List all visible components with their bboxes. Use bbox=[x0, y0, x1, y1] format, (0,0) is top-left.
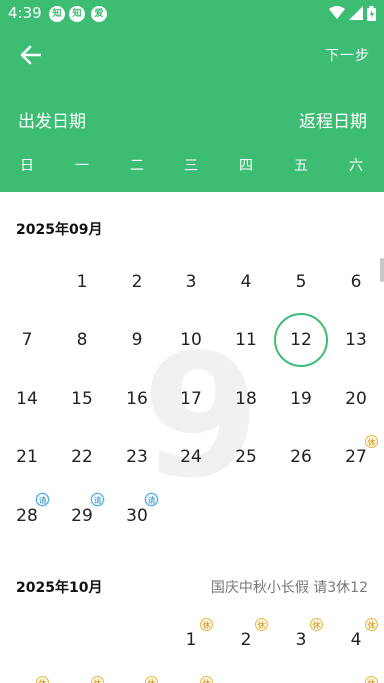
return-date-label[interactable]: 返程日期 bbox=[299, 107, 367, 132]
work-day-badge: 请 bbox=[145, 493, 158, 506]
month-title: 2025年09月 bbox=[16, 222, 103, 238]
day-cell[interactable]: 1 bbox=[60, 260, 104, 304]
rest-day-badge: 休 bbox=[145, 676, 158, 683]
work-day-badge: 请 bbox=[36, 493, 49, 506]
rest-day-badge: 休 bbox=[200, 618, 213, 631]
work-day-badge: 请 bbox=[91, 493, 104, 506]
day-cell[interactable]: 7 bbox=[5, 318, 49, 362]
arrow-left-icon bbox=[20, 45, 41, 65]
rest-day-badge: 休 bbox=[365, 435, 378, 448]
zhihu-notification-icon: 知 bbox=[49, 6, 65, 22]
day-cell[interactable]: 19 bbox=[279, 377, 323, 421]
app-notification-icon: 爱 bbox=[91, 6, 107, 22]
day-cell[interactable]: 6 bbox=[334, 260, 378, 304]
day-cell[interactable]: 15 bbox=[60, 377, 104, 421]
rest-day-badge: 休 bbox=[200, 676, 213, 683]
status-bar: 4:39 知 知 爱 bbox=[0, 0, 384, 26]
signal-icon bbox=[349, 6, 363, 20]
rest-day-badge: 休 bbox=[255, 618, 268, 631]
weekday-label: 六 bbox=[349, 158, 363, 174]
rest-day-badge: 休 bbox=[365, 676, 378, 683]
rest-day-badge: 休 bbox=[91, 676, 104, 683]
weekday-row: 日 一 二 三 四 五 六 bbox=[0, 155, 384, 179]
day-cell[interactable]: 14 bbox=[5, 377, 49, 421]
day-cell[interactable]: 26 bbox=[279, 435, 323, 479]
day-cell[interactable]: 22 bbox=[60, 435, 104, 479]
day-cell[interactable]: 2 bbox=[115, 260, 159, 304]
day-cell[interactable]: 3 bbox=[169, 260, 213, 304]
rest-day-badge: 休 bbox=[310, 618, 323, 631]
next-step-button[interactable]: 下一步 bbox=[325, 45, 370, 65]
header-bar: 4:39 知 知 爱 下一步 出发日期 返程日期 日 一 二 三 四 五 六 bbox=[0, 0, 384, 192]
rest-day-badge: 休 bbox=[365, 618, 378, 631]
back-button[interactable] bbox=[14, 40, 46, 70]
month-title: 2025年10月 bbox=[16, 580, 103, 596]
depart-date-label[interactable]: 出发日期 bbox=[18, 107, 86, 132]
weekday-label: 一 bbox=[75, 158, 89, 174]
selected-day-cell[interactable]: 12 bbox=[274, 313, 328, 367]
battery-icon bbox=[367, 5, 376, 21]
day-cell[interactable]: 8 bbox=[60, 318, 104, 362]
zhihu-notification-icon: 知 bbox=[69, 6, 85, 22]
holiday-note: 国庆中秋小长假 请3休12 bbox=[210, 580, 368, 596]
day-cell[interactable]: 16 bbox=[115, 377, 159, 421]
day-cell[interactable]: 20 bbox=[334, 377, 378, 421]
rest-day-badge: 休 bbox=[36, 676, 49, 683]
weekday-label: 五 bbox=[294, 158, 308, 174]
day-cell[interactable]: 24 bbox=[169, 435, 213, 479]
weekday-label: 三 bbox=[184, 158, 198, 174]
day-cell[interactable]: 4 bbox=[224, 260, 268, 304]
day-cell[interactable]: 9 bbox=[115, 318, 159, 362]
day-cell[interactable]: 23 bbox=[115, 435, 159, 479]
day-cell[interactable]: 21 bbox=[5, 435, 49, 479]
day-cell[interactable]: 25 bbox=[224, 435, 268, 479]
day-cell[interactable]: 5 bbox=[279, 260, 323, 304]
day-cell[interactable]: 10 bbox=[169, 318, 213, 362]
day-cell[interactable]: 17 bbox=[169, 377, 213, 421]
weekday-label: 二 bbox=[130, 158, 144, 174]
status-icons bbox=[325, 5, 376, 21]
day-cell[interactable]: 18 bbox=[224, 377, 268, 421]
calendar-list[interactable]: 9 2025年09月 1 2 3 4 5 6 7 8 9 10 11 12 13… bbox=[0, 192, 384, 683]
day-cell[interactable]: 13 bbox=[334, 318, 378, 362]
scrollbar-thumb[interactable] bbox=[380, 258, 384, 282]
wifi-icon bbox=[329, 6, 345, 19]
status-time: 4:39 bbox=[8, 4, 42, 22]
day-cell[interactable]: 11 bbox=[224, 318, 268, 362]
weekday-label: 四 bbox=[239, 158, 253, 174]
weekday-label: 日 bbox=[20, 158, 34, 174]
